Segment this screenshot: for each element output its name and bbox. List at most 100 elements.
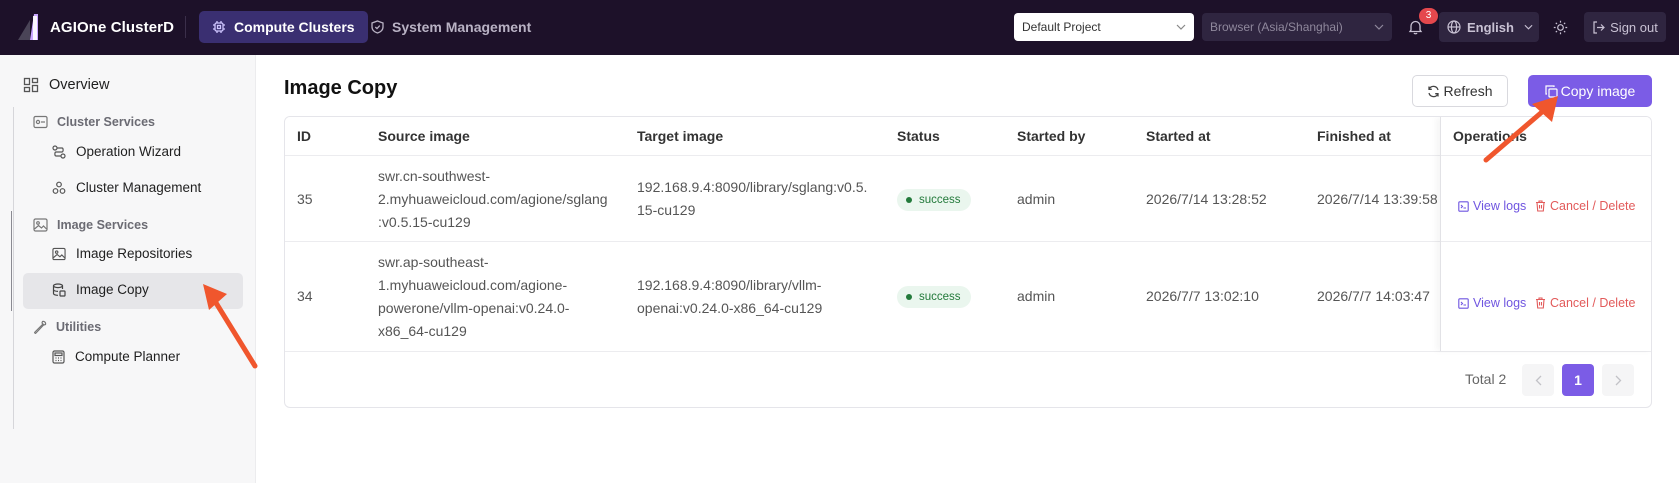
view-logs-label: View logs: [1473, 296, 1527, 310]
sidebar-item-overview[interactable]: Overview: [23, 77, 109, 93]
copy-image-button[interactable]: Copy image: [1528, 75, 1652, 107]
column-header-started-by: Started by: [1017, 128, 1086, 144]
sun-icon: [1553, 20, 1567, 34]
cell-line: openai:v0.24.0-x86_64-cu129: [637, 300, 823, 316]
pagination-next-button[interactable]: [1602, 364, 1634, 396]
nav-compute-clusters[interactable]: Compute Clusters: [199, 11, 368, 43]
pagination-page-current[interactable]: 1: [1562, 364, 1594, 396]
sign-out-button[interactable]: Sign out: [1584, 12, 1666, 42]
chevron-down-icon: [1176, 24, 1186, 30]
trash-icon: [1536, 200, 1545, 212]
cancel-delete-label: Cancel / Delete: [1550, 199, 1636, 213]
column-header-id: ID: [297, 128, 311, 144]
dashboard-icon: [23, 77, 39, 93]
copy-image-label: Copy image: [1560, 83, 1636, 99]
status-badge: success: [897, 189, 971, 211]
image-copy-table: ID Source image Target image Status Star…: [284, 116, 1652, 408]
chevron-right-icon: [1615, 375, 1621, 385]
sidebar-item-image-copy[interactable]: Image Copy: [52, 282, 149, 297]
sidebar-item-label: Overview: [49, 77, 110, 93]
status-text: success: [919, 194, 961, 206]
cell-line: powerone/vllm-openai:v0.24.0-: [378, 300, 570, 316]
column-header-started-at: Started at: [1146, 128, 1211, 144]
cancel-delete-label: Cancel / Delete: [1550, 296, 1636, 310]
notification-badge: 3: [1419, 8, 1438, 24]
cell-source-image: swr.ap-southeast- 1.myhuaweicloud.com/ag…: [378, 251, 569, 343]
sidebar-tree-line: [13, 107, 14, 429]
sidebar-item-label: Cluster Management: [76, 180, 202, 195]
cell-line: 192.168.9.4:8090/library/sglang:v0.5.: [637, 179, 868, 195]
chevron-down-icon: [1524, 24, 1533, 30]
view-logs-link[interactable]: View logs: [1458, 296, 1526, 310]
sidebar-item-label: Image Copy: [76, 282, 149, 297]
timezone-select[interactable]: Browser (Asia/Shanghai): [1202, 13, 1392, 41]
sidebar-group-utilities: Utilities: [33, 320, 101, 334]
chip-icon: [213, 21, 225, 33]
pagination-prev-button[interactable]: [1522, 364, 1554, 396]
status-dot: [906, 294, 912, 300]
workflow-icon: [52, 144, 66, 159]
sidebar-item-cluster-management[interactable]: Cluster Management: [52, 180, 201, 195]
pagination-total: Total 2: [1465, 371, 1507, 387]
cell-started-at: 2026/7/7 13:02:10: [1146, 288, 1259, 304]
cell-line: 192.168.9.4:8090/library/vllm-: [637, 277, 822, 293]
brand-name: AGIOne ClusterD: [50, 18, 175, 36]
image-icon: [33, 218, 48, 232]
timezone-select-value: Browser (Asia/Shanghai): [1210, 20, 1343, 34]
log-icon: [1458, 297, 1469, 309]
cell-source-image: swr.cn-southwest- 2.myhuaweicloud.com/ag…: [378, 165, 608, 234]
status-badge: success: [897, 286, 971, 308]
view-logs-link[interactable]: View logs: [1458, 199, 1526, 213]
column-header-operations: Operations: [1453, 128, 1527, 144]
language-select[interactable]: English: [1439, 12, 1539, 42]
status-text: success: [919, 291, 961, 303]
column-header-status: Status: [897, 128, 940, 144]
nav-compute-clusters-label: Compute Clusters: [234, 19, 355, 35]
chevron-left-icon: [1535, 375, 1541, 385]
calculator-icon: [52, 349, 65, 364]
copy-icon: [1545, 84, 1558, 98]
cancel-delete-link[interactable]: Cancel / Delete: [1535, 296, 1635, 310]
sidebar-item-image-repositories[interactable]: Image Repositories: [52, 246, 192, 261]
sidebar: Overview Cluster Services Operation Wiza…: [0, 55, 256, 483]
wrench-icon: [33, 320, 47, 334]
theme-toggle[interactable]: [1547, 12, 1573, 42]
sidebar-item-compute-planner[interactable]: Compute Planner: [52, 349, 180, 364]
log-icon: [1458, 200, 1469, 212]
cell-id: 35: [297, 191, 313, 207]
top-bar: AGIOne ClusterD Compute Clusters System …: [0, 0, 1679, 55]
brand-logo-icon: [18, 14, 38, 40]
project-select[interactable]: Default Project: [1014, 13, 1194, 41]
sidebar-item-operation-wizard[interactable]: Operation Wizard: [52, 144, 181, 159]
cell-started-by: admin: [1017, 191, 1056, 207]
row-separator: [1441, 241, 1651, 242]
cell-target-image: 192.168.9.4:8090/library/vllm- openai:v0…: [637, 274, 822, 320]
cell-line: swr.ap-southeast-: [378, 254, 489, 270]
sidebar-group-label: Utilities: [56, 320, 102, 334]
refresh-icon: [1428, 85, 1440, 97]
nav-system-management[interactable]: System Management: [358, 11, 544, 43]
nav-system-management-label: System Management: [392, 19, 532, 35]
cell-started-by: admin: [1017, 288, 1056, 304]
database-copy-icon: [52, 282, 66, 297]
sign-out-icon: [1593, 20, 1605, 34]
chevron-down-icon: [1374, 24, 1384, 30]
view-logs-label: View logs: [1473, 199, 1527, 213]
cancel-delete-link[interactable]: Cancel / Delete: [1535, 199, 1635, 213]
column-header-target: Target image: [637, 128, 724, 144]
trash-icon: [1536, 297, 1545, 309]
refresh-label: Refresh: [1443, 83, 1493, 99]
sidebar-group-cluster-services: Cluster Services: [33, 115, 155, 129]
globe-icon: [1447, 20, 1461, 34]
sidebar-group-label: Image Services: [57, 218, 149, 232]
cell-line: 2.myhuaweicloud.com/agione/sglang: [378, 191, 608, 207]
sidebar-group-image-services: Image Services: [33, 218, 148, 232]
sign-out-label: Sign out: [1610, 19, 1658, 35]
cell-line: swr.cn-southwest-: [378, 168, 491, 184]
cell-id: 34: [297, 288, 313, 304]
brand-logo[interactable]: AGIOne ClusterD: [16, 12, 174, 42]
page-title: Image Copy: [284, 77, 398, 99]
refresh-button[interactable]: Refresh: [1412, 75, 1508, 107]
cell-line: 1.myhuaweicloud.com/agione-: [378, 277, 568, 293]
cell-finished-at: 2026/7/7 14:03:47: [1317, 288, 1430, 304]
